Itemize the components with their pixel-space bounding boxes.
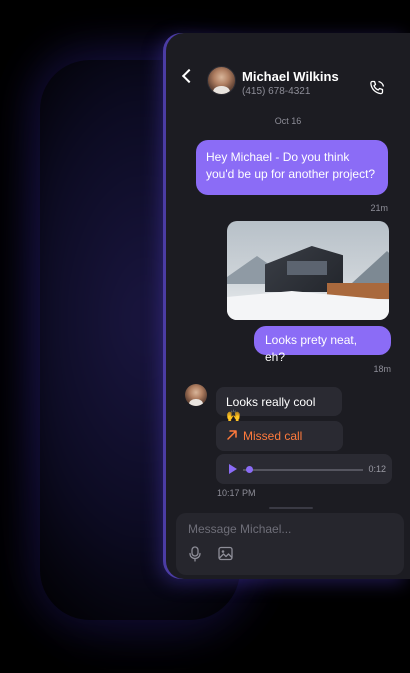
message-timestamp: 10:17 PM	[217, 488, 256, 498]
date-separator: Oct 16	[274, 116, 302, 126]
sender-avatar[interactable]	[185, 384, 207, 406]
contact-phone: (415) 678-4321	[242, 86, 311, 97]
voice-progress-track[interactable]	[243, 469, 363, 471]
image-house-window	[287, 261, 327, 275]
back-chevron-icon[interactable]	[181, 68, 197, 84]
scroll-handle	[269, 507, 313, 509]
message-image[interactable]	[227, 221, 389, 320]
voice-message[interactable]: 0:12	[216, 454, 392, 484]
image-mountain	[352, 251, 389, 283]
chat-screen: Michael Wilkins (415) 678-4321 Oct 16 He…	[166, 33, 410, 579]
missed-call-arrow-icon	[227, 430, 237, 440]
missed-call-message[interactable]: Missed call	[216, 421, 343, 451]
message-composer	[176, 513, 404, 575]
voice-duration: 0:12	[368, 464, 386, 474]
phone-call-icon[interactable]	[369, 80, 385, 96]
image-icon[interactable]	[218, 546, 233, 561]
contact-name: Michael Wilkins	[242, 69, 339, 84]
missed-call-label: Missed call	[243, 429, 303, 443]
message-input[interactable]	[186, 519, 390, 539]
message-bubble-outgoing[interactable]: Hey Michael - Do you think you'd be up f…	[196, 140, 388, 195]
message-timestamp: 21m	[370, 203, 388, 213]
message-timestamp: 18m	[373, 364, 391, 374]
message-bubble-incoming[interactable]: Looks really cool 🙌	[216, 387, 342, 423]
play-icon[interactable]	[229, 464, 237, 474]
message-bubble-outgoing[interactable]: Looks prety neat, eh?	[254, 326, 391, 364]
microphone-icon[interactable]	[188, 546, 202, 562]
contact-avatar[interactable]	[207, 66, 236, 95]
voice-progress-knob[interactable]	[246, 466, 253, 473]
